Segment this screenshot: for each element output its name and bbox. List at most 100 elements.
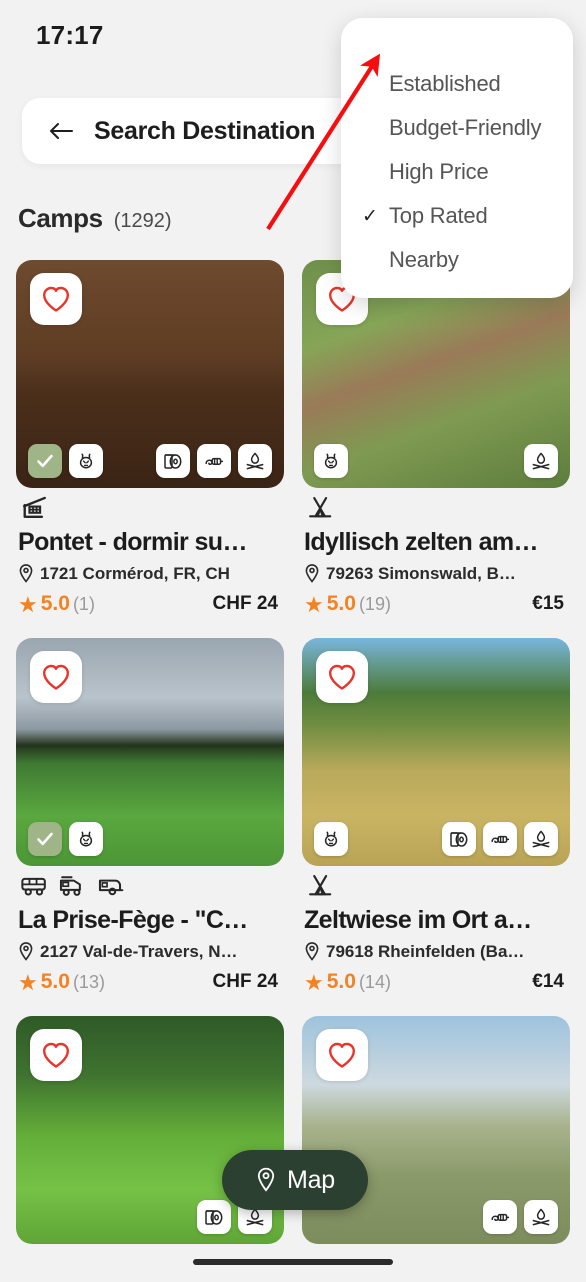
camp-card-image[interactable] [16, 260, 284, 488]
camp-card-image[interactable] [16, 637, 284, 866]
map-toggle-button[interactable]: Map [222, 1150, 368, 1210]
campfire-icon [532, 1208, 550, 1225]
sort-option-top-rated[interactable]: ✓ Top Rated [341, 194, 573, 238]
sort-option-check-icon: ✓ [362, 205, 378, 227]
camp-title: Zeltwiese im Ort a… [304, 905, 532, 934]
rating-value: 5.0 [40, 591, 70, 615]
van-icon [21, 877, 46, 896]
toilet-paper-icon [450, 832, 468, 847]
favorite-button[interactable] [316, 1028, 368, 1081]
camp-price: CHF 24 [212, 970, 278, 992]
sort-option-label: High Price [389, 159, 489, 184]
camp-meta-row: ★ 5.0 (13) CHF 24 [16, 970, 284, 994]
camp-location: 2127 Val-de-Travers, N… [16, 942, 284, 962]
rating-value: 5.0 [326, 591, 356, 615]
review-count: (14) [358, 971, 391, 992]
sort-option-label: Top Rated [389, 203, 488, 228]
verified-check-icon [37, 832, 53, 845]
star-icon: ★ [18, 969, 38, 995]
camp-location-text: 79618 Rheinfelden (Ba… [326, 941, 525, 961]
toilet-paper-icon [205, 1209, 223, 1225]
camp-title: Pontet - dormir su… [18, 528, 247, 556]
camp-location: 1721 Cormérod, FR, CH [16, 564, 284, 584]
page-title: Camps [18, 203, 103, 233]
review-count: (13) [72, 971, 105, 992]
favorite-button[interactable] [30, 273, 82, 325]
campfire-icon [532, 452, 550, 470]
review-count: (1) [72, 593, 95, 614]
sort-option-established[interactable]: Established [341, 62, 573, 106]
camp-badges-left [28, 821, 103, 856]
sort-option-budget-friendly[interactable]: Budget-Friendly [341, 106, 573, 150]
camp-location: 79618 Rheinfelden (Ba… [302, 942, 570, 962]
camp-type-icons [302, 488, 570, 528]
camp-title: Idyllisch zelten am… [304, 528, 539, 556]
sort-option-label: Established [389, 71, 501, 96]
camp-badges-left [314, 821, 348, 856]
favorite-button[interactable] [316, 650, 368, 703]
camp-location-text: 2127 Val-de-Travers, N… [40, 941, 238, 961]
camp-card-image[interactable] [302, 637, 570, 866]
favorite-button[interactable] [30, 650, 82, 703]
no-pets-icon [324, 453, 338, 469]
camp-rating: ★ 5.0 (1) [18, 592, 95, 616]
no-pets-icon [79, 453, 93, 469]
campervan-icon [60, 876, 82, 896]
favorite-button[interactable] [30, 1028, 82, 1081]
heart-outline-icon [43, 286, 69, 312]
badge-water-tap-icon [197, 444, 231, 478]
star-icon: ★ [18, 591, 38, 617]
badge-no-pets-icon [69, 821, 103, 856]
toilet-paper-icon [164, 454, 182, 469]
sort-option-label: Budget-Friendly [389, 115, 542, 140]
badge-verified-check-icon [28, 821, 62, 856]
camp-card[interactable]: Zeltwiese im Ort a… 79618 Rheinfelden (Ba… [302, 637, 570, 994]
sort-option-label: Nearby [389, 247, 459, 272]
verified-check-icon [37, 454, 53, 468]
badge-toilet-paper-icon [442, 821, 476, 856]
camp-price: CHF 24 [212, 592, 278, 614]
camp-card[interactable]: Idyllisch zelten am… 79263 Simonswald, B…… [302, 260, 570, 616]
badge-toilet-paper-icon [197, 1199, 231, 1234]
map-pin-icon [305, 941, 319, 961]
campfire-icon [246, 452, 264, 470]
phone-screen: 17:17 Search Destination Camps (1292) Po… [0, 0, 586, 1282]
camp-location: 79263 Simonswald, B… [302, 564, 570, 584]
review-count: (19) [358, 593, 391, 614]
camp-meta-row: ★ 5.0 (1) CHF 24 [16, 592, 284, 616]
shelter-icon [22, 496, 46, 519]
camp-type-icons [302, 866, 570, 906]
search-input[interactable]: Search Destination [94, 117, 315, 146]
camp-card[interactable]: Pontet - dormir su… 1721 Cormérod, FR, CH… [16, 260, 284, 616]
camp-card-image[interactable] [16, 1015, 284, 1244]
tipi-tent-icon [309, 497, 332, 518]
heart-outline-icon [329, 1042, 355, 1068]
camp-location-text: 79263 Simonswald, B… [326, 563, 516, 583]
heart-outline-icon [329, 664, 355, 690]
badge-water-tap-icon [483, 821, 517, 856]
badge-campfire-icon [238, 444, 272, 478]
camp-card[interactable] [16, 1015, 284, 1244]
camp-title: La Prise-Fège - "C… [18, 905, 248, 934]
caravan-icon [98, 879, 124, 896]
rating-value: 5.0 [326, 969, 356, 993]
sort-option-high-price[interactable]: High Price [341, 150, 573, 194]
map-pin-icon [257, 1167, 275, 1192]
water-tap-icon [491, 835, 510, 843]
camp-card[interactable]: La Prise-Fège - "C… 2127 Val-de-Travers, … [16, 637, 284, 994]
camp-badges-left [314, 444, 348, 478]
section-header: Camps (1292) [18, 203, 172, 234]
camp-meta-row: ★ 5.0 (14) €14 [302, 970, 570, 994]
sort-option-nearby[interactable]: Nearby [341, 238, 573, 282]
sort-dropdown-menu[interactable]: Established Budget-Friendly High Price ✓ Top… [341, 18, 573, 298]
water-tap-icon [491, 1213, 510, 1221]
camp-meta-row: ★ 5.0 (19) €15 [302, 592, 570, 616]
badge-campfire-icon [524, 1199, 558, 1234]
camp-price: €14 [532, 970, 564, 992]
badge-no-pets-icon [314, 821, 348, 856]
badge-no-pets-icon [69, 444, 103, 478]
camp-rating: ★ 5.0 (13) [18, 970, 105, 994]
badge-water-tap-icon [483, 1199, 517, 1234]
heart-outline-icon [43, 664, 69, 690]
back-arrow-icon[interactable] [48, 121, 74, 141]
